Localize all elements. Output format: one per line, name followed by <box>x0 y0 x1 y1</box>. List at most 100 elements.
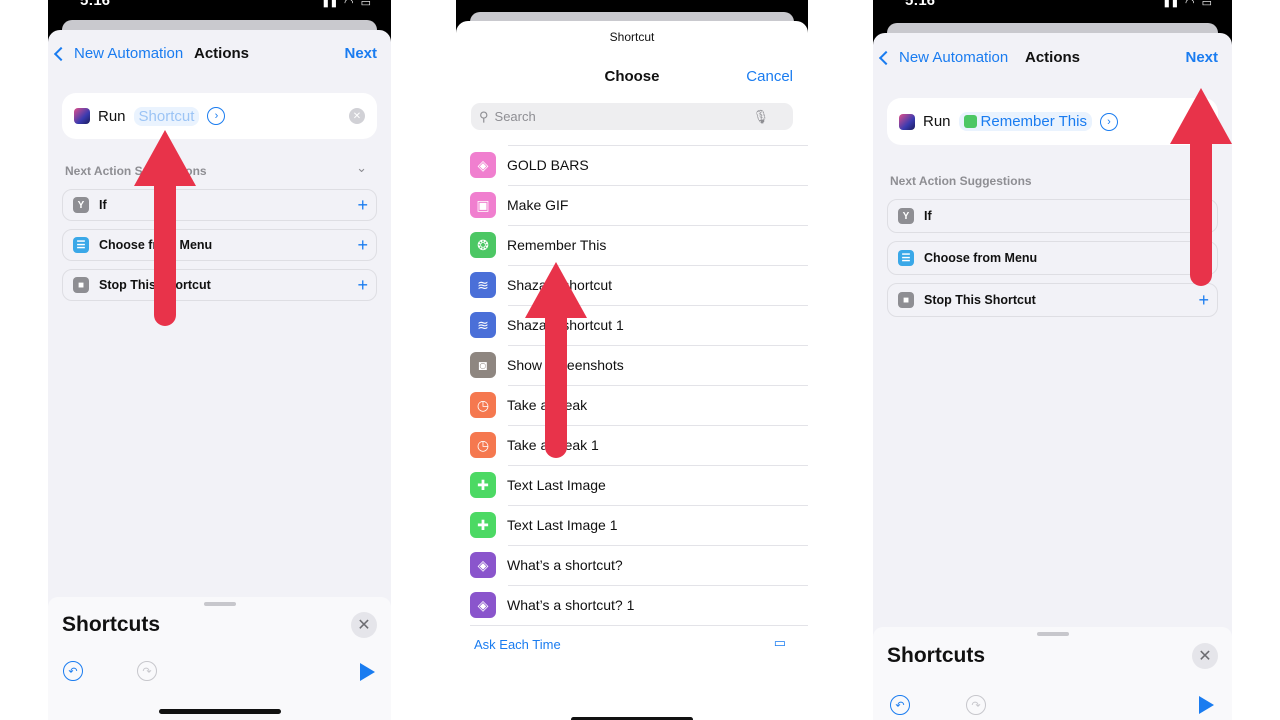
next-button[interactable]: Next <box>344 45 377 62</box>
divider <box>508 585 808 586</box>
shortcut-name: Shazam shortcut <box>507 277 613 293</box>
divider <box>508 465 808 466</box>
run-shortcut-action: Run Remember This › <box>887 98 1218 145</box>
status-icons: ▮▮ ◠ ▭ <box>322 0 373 9</box>
shortcut-list-item[interactable]: ≋ Shazam shortcut 1 <box>470 305 808 345</box>
ask-each-time-button[interactable]: Ask Each Time <box>474 637 561 652</box>
add-icon[interactable]: + <box>357 275 368 296</box>
phone-middle: Shortcut Choose Cancel ⚲ Search 🎙︎ ◈ GOLD… <box>456 0 808 720</box>
shortcut-name: Show Screenshots <box>507 357 624 373</box>
shortcut-parameter[interactable]: Remember This <box>958 112 1092 131</box>
actions-sheet: New Automation Actions Next Run Remember… <box>873 33 1232 720</box>
suggestion-choose-from-menu[interactable]: ☰ Choose from Menu <box>887 241 1218 275</box>
waveform-icon: ≋ <box>470 312 496 338</box>
redo-icon[interactable]: ↷ <box>966 695 986 715</box>
add-icon[interactable]: + <box>1198 290 1209 311</box>
shortcut-list-item[interactable]: ❂ Remember This <box>470 225 808 265</box>
run-shortcut-action: Run Shortcut › ✕ <box>62 93 377 139</box>
stop-icon: ■ <box>73 277 89 293</box>
shortcut-list-item[interactable]: ≋ Shazam shortcut <box>470 265 808 305</box>
shortcut-list-item[interactable]: ◈ What’s a shortcut? 1 <box>470 585 808 625</box>
message-icon: ✚ <box>470 472 496 498</box>
shortcut-list-item[interactable]: ✚ Text Last Image <box>470 465 808 505</box>
timer-icon: ◷ <box>470 432 496 458</box>
expand-chevron-icon[interactable]: › <box>207 107 226 125</box>
divider <box>508 345 808 346</box>
divider <box>508 425 808 426</box>
close-button[interactable]: ✕ <box>351 612 377 638</box>
shortcut-list-item[interactable]: ▣ Make GIF <box>470 185 808 225</box>
suggestion-if[interactable]: Y If <box>887 199 1218 233</box>
remove-action-icon[interactable]: ✕ <box>349 108 365 124</box>
divider <box>508 145 808 146</box>
divider <box>508 385 808 386</box>
play-icon[interactable] <box>360 663 375 681</box>
branch-icon: Y <box>898 208 914 224</box>
suggestion-choose-from-menu[interactable]: ☰ Choose from Menu + <box>62 229 377 261</box>
branch-icon: Y <box>73 197 89 213</box>
suggestion-label: If <box>924 209 932 223</box>
page-title: Actions <box>194 45 250 62</box>
choose-sheet: Shortcut Choose Cancel ⚲ Search 🎙︎ ◈ GOLD… <box>456 21 808 720</box>
shortcut-name: Make GIF <box>507 197 569 213</box>
undo-icon[interactable]: ↶ <box>63 661 83 681</box>
search-input[interactable]: ⚲ Search 🎙︎ <box>471 103 793 130</box>
next-button[interactable]: Next <box>1185 49 1218 66</box>
shortcut-list-item[interactable]: ◙ Show Screenshots <box>470 345 808 385</box>
list-end-divider <box>470 625 808 626</box>
back-button[interactable]: New Automation <box>53 45 184 62</box>
expand-chevron-icon[interactable]: › <box>1099 112 1118 131</box>
cancel-button[interactable]: Cancel <box>746 68 793 85</box>
parameter-label: Remember This <box>980 113 1087 130</box>
waveform-icon: ≋ <box>470 272 496 298</box>
suggestions-label: Next Action Suggestions <box>65 164 207 178</box>
suggestion-label: If <box>99 198 107 212</box>
shortcut-name: GOLD BARS <box>507 157 589 173</box>
brain-icon: ❂ <box>470 232 496 258</box>
shortcut-list-item[interactable]: ◷ Take a break 1 <box>470 425 808 465</box>
home-indicator <box>158 709 281 714</box>
shortcut-parameter[interactable]: Shortcut <box>133 106 200 126</box>
shortcut-list-item[interactable]: ◈ What’s a shortcut? <box>470 545 808 585</box>
phone-left: 5:16 ▮▮ ◠ ▭ New Automation Actions Next … <box>48 0 391 720</box>
play-icon[interactable] <box>1199 696 1214 714</box>
drag-handle[interactable] <box>1036 632 1069 636</box>
shortcut-name: What’s a shortcut? <box>507 557 623 573</box>
shortcut-list-item[interactable]: ◷ Take a break <box>470 385 808 425</box>
back-label: New Automation <box>74 45 184 62</box>
add-icon[interactable]: + <box>357 195 368 216</box>
timer-icon: ◷ <box>470 392 496 418</box>
shortcuts-app-icon <box>74 108 90 124</box>
page-title: Actions <box>1025 49 1081 66</box>
back-label: New Automation <box>899 49 1009 66</box>
sheet-header: Shortcut <box>609 30 655 44</box>
collapse-chevron-icon[interactable]: ⌄ <box>356 160 367 176</box>
shortcut-list-item[interactable]: ✚ Text Last Image 1 <box>470 505 808 545</box>
divider <box>508 305 808 306</box>
back-button[interactable]: New Automation <box>878 49 1009 66</box>
drag-handle[interactable] <box>203 602 236 606</box>
bottom-title: Shortcuts <box>62 613 161 636</box>
suggestion-if[interactable]: Y If + <box>62 189 377 221</box>
suggestion-stop-this-shortcut[interactable]: ■ Stop This Shortcut + <box>62 269 377 301</box>
microphone-icon[interactable]: 🎙︎ <box>752 109 769 125</box>
run-label: Run <box>923 113 951 130</box>
add-icon[interactable]: + <box>357 235 368 256</box>
redo-icon[interactable]: ↷ <box>137 661 157 681</box>
shortcuts-app-icon <box>899 113 915 130</box>
shortcut-name: Remember This <box>507 237 607 253</box>
suggestion-label: Choose from Menu <box>924 251 1038 265</box>
close-button[interactable]: ✕ <box>1192 643 1218 669</box>
layers-icon: ◈ <box>470 592 496 618</box>
chevron-left-icon <box>53 46 69 61</box>
screenshot-icon: ◙ <box>470 352 496 378</box>
comment-icon[interactable]: ▭ <box>774 635 786 651</box>
shortcut-name: Shazam shortcut 1 <box>507 317 624 333</box>
shortcut-name: Take a break <box>507 397 588 413</box>
suggestions-label: Next Action Suggestions <box>890 174 1032 188</box>
chevron-left-icon <box>878 50 894 65</box>
shortcut-list-item[interactable]: ◈ GOLD BARS <box>470 145 808 185</box>
suggestion-stop-this-shortcut[interactable]: ■ Stop This Shortcut + <box>887 283 1218 317</box>
undo-icon[interactable]: ↶ <box>890 695 910 715</box>
status-time: 5:16 <box>905 0 936 9</box>
